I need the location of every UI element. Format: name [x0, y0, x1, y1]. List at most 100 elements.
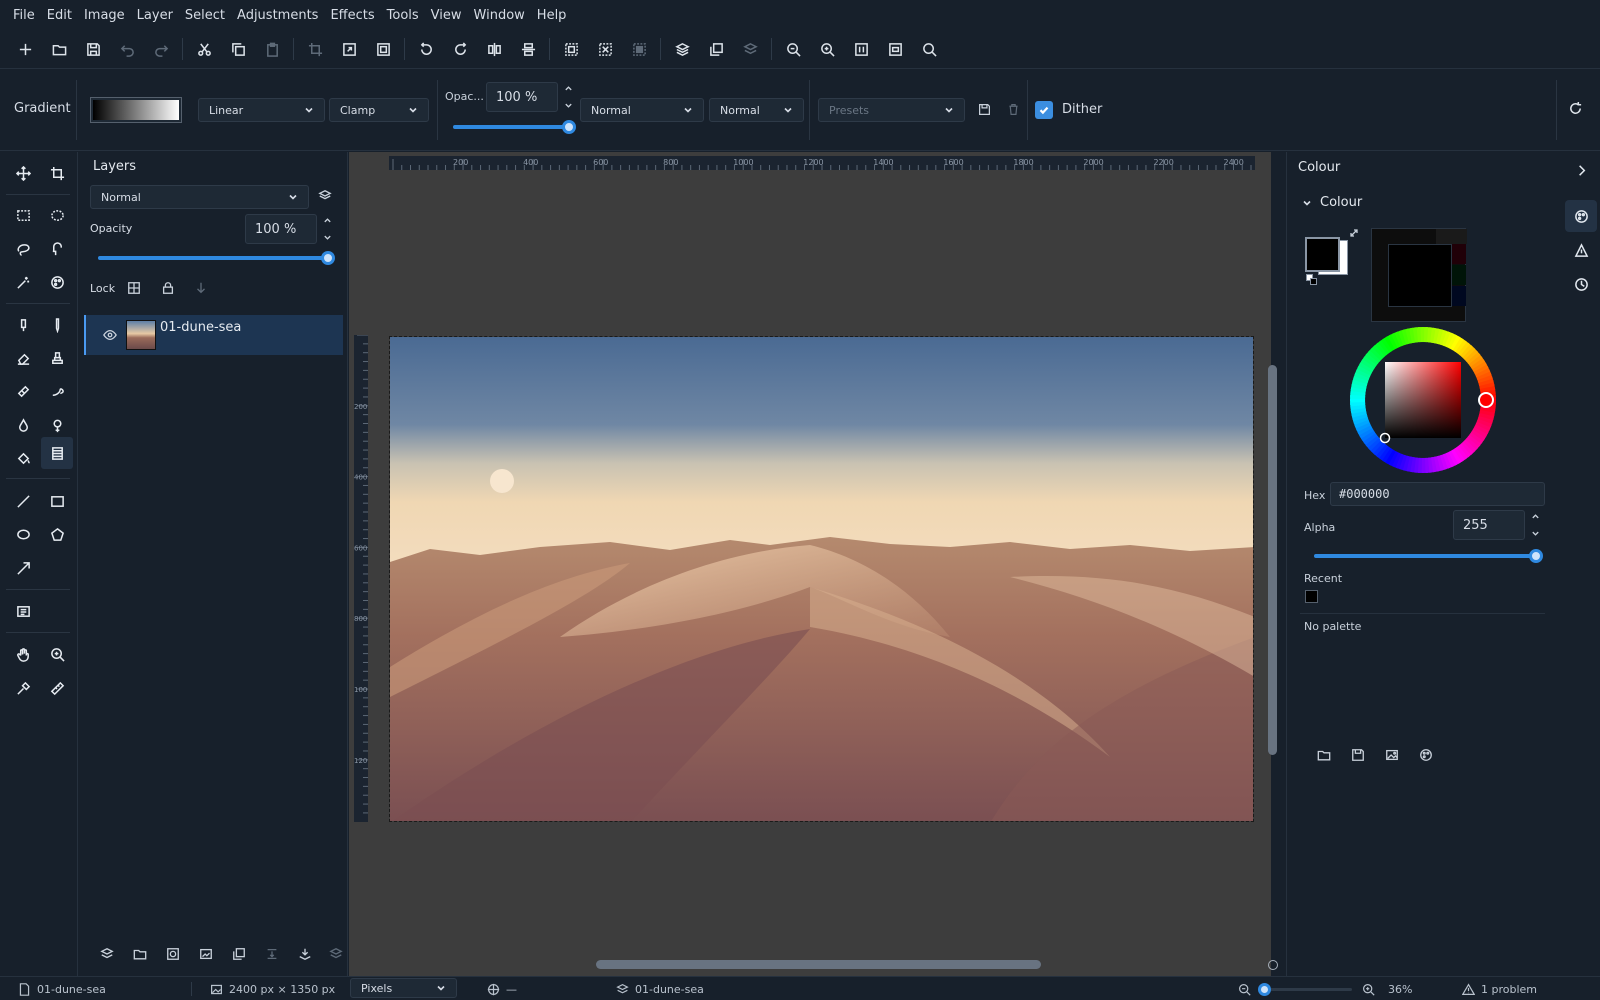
- move-tool-icon[interactable]: [7, 158, 39, 188]
- color-preview-cell[interactable]: [1452, 286, 1466, 306]
- channels-tab-icon[interactable]: [1565, 234, 1597, 266]
- resize-canvas-icon[interactable]: [366, 34, 400, 64]
- alpha-stepper[interactable]: [1529, 512, 1541, 538]
- primary-color-swatch[interactable]: [1305, 237, 1340, 272]
- copy-icon[interactable]: [221, 34, 255, 64]
- color-wheel[interactable]: [1349, 326, 1497, 474]
- zoom-in-icon[interactable]: [1362, 983, 1375, 996]
- save-palette-icon[interactable]: [1348, 745, 1368, 765]
- opacity-input[interactable]: 100 %: [486, 82, 558, 112]
- line-tool-icon[interactable]: [7, 486, 39, 516]
- new-layer-icon[interactable]: [97, 944, 117, 964]
- recent-color-swatch[interactable]: [1305, 590, 1318, 603]
- chevron-up-icon[interactable]: [323, 216, 332, 225]
- chevron-up-icon[interactable]: [1531, 512, 1540, 521]
- blur-tool-icon[interactable]: [7, 410, 39, 440]
- new-group-icon[interactable]: [130, 944, 150, 964]
- color-preview-cell[interactable]: [1452, 265, 1466, 285]
- eye-visibility-icon[interactable]: [100, 325, 120, 345]
- menu-view[interactable]: View: [425, 0, 468, 30]
- reset-colors-icon[interactable]: [1306, 274, 1317, 285]
- flatten-icon[interactable]: [295, 944, 315, 964]
- magnetic-lasso-icon[interactable]: [41, 234, 73, 264]
- eyedropper-icon[interactable]: [7, 673, 39, 703]
- status-problems[interactable]: 1 problem: [1462, 977, 1537, 1000]
- brush-tool-icon[interactable]: [7, 310, 39, 340]
- menu-window[interactable]: Window: [468, 0, 531, 30]
- units-dropdown[interactable]: Pixels: [350, 978, 457, 998]
- lasso-select-icon[interactable]: [7, 234, 39, 264]
- zoom-out-icon[interactable]: [776, 34, 810, 64]
- status-zoom-out[interactable]: [1238, 977, 1257, 1000]
- hand-tool-icon[interactable]: [7, 639, 39, 669]
- menu-adjustments[interactable]: Adjustments: [231, 0, 324, 30]
- opacity-slider-knob[interactable]: [562, 120, 576, 134]
- menu-tools[interactable]: Tools: [381, 0, 425, 30]
- crop-icon[interactable]: [298, 34, 332, 64]
- status-document[interactable]: 01-dune-sea: [18, 977, 106, 1000]
- alpha-mode-dropdown[interactable]: Normal: [709, 98, 804, 122]
- ellipse-select-icon[interactable]: [41, 200, 73, 230]
- layer-opacity-slider-knob[interactable]: [321, 251, 335, 265]
- zoom-tool-icon[interactable]: [41, 639, 73, 669]
- color-preview-cell[interactable]: [1436, 229, 1467, 244]
- eraser-tool-icon[interactable]: [7, 343, 39, 373]
- menu-file[interactable]: File: [7, 0, 41, 30]
- pencil-tool-icon[interactable]: [41, 310, 73, 340]
- alpha-input[interactable]: 255: [1453, 510, 1525, 540]
- lock-transparency-icon[interactable]: [124, 278, 144, 298]
- reset-tool-icon[interactable]: [1568, 101, 1583, 119]
- measure-tool-icon[interactable]: [41, 673, 73, 703]
- open-palette-icon[interactable]: [1314, 745, 1334, 765]
- deselect-icon[interactable]: [588, 34, 622, 64]
- color-preview-grid[interactable]: [1371, 228, 1467, 322]
- menu-layer[interactable]: Layer: [131, 0, 179, 30]
- polygon-tool-icon[interactable]: [41, 519, 73, 549]
- zoom-in-icon[interactable]: [810, 34, 844, 64]
- clone-stamp-icon[interactable]: [41, 343, 73, 373]
- magic-wand-icon[interactable]: [7, 267, 39, 297]
- resize-image-icon[interactable]: [332, 34, 366, 64]
- gradient-type-dropdown[interactable]: Linear: [198, 98, 325, 122]
- menu-help[interactable]: Help: [531, 0, 573, 30]
- opacity-stepper[interactable]: [562, 84, 574, 110]
- repeat-mode-dropdown[interactable]: Clamp: [329, 98, 429, 122]
- chevron-down-icon[interactable]: [1531, 529, 1540, 538]
- color-preview-cell[interactable]: [1452, 244, 1466, 264]
- new-file-icon[interactable]: [8, 34, 42, 64]
- fit-window-icon[interactable]: [878, 34, 912, 64]
- layer-mask-icon[interactable]: [163, 944, 183, 964]
- palette-icon[interactable]: [1416, 745, 1436, 765]
- fill-bucket-icon[interactable]: [7, 443, 39, 473]
- select-all-icon[interactable]: [554, 34, 588, 64]
- menu-select[interactable]: Select: [179, 0, 231, 30]
- save-icon[interactable]: [76, 34, 110, 64]
- collapse-panel-icon[interactable]: [1565, 154, 1597, 186]
- merge-down-icon[interactable]: [262, 944, 282, 964]
- blend-mode-dropdown[interactable]: Normal: [580, 98, 704, 122]
- alpha-slider-knob[interactable]: [1529, 549, 1543, 563]
- chevron-down-icon[interactable]: [323, 233, 332, 242]
- menu-image[interactable]: Image: [78, 0, 131, 30]
- chevron-up-icon[interactable]: [564, 84, 573, 93]
- opacity-slider[interactable]: [453, 120, 576, 134]
- duplicate-layer-icon[interactable]: [699, 34, 733, 64]
- lock-position-icon[interactable]: [191, 278, 211, 298]
- layer-blend-mode-dropdown[interactable]: Normal: [90, 185, 309, 209]
- rectangle-tool-icon[interactable]: [41, 486, 73, 516]
- rotate-right-icon[interactable]: [443, 34, 477, 64]
- history-tab-icon[interactable]: [1565, 268, 1597, 300]
- horizontal-scrollbar[interactable]: [596, 960, 1041, 969]
- merge-layer-icon[interactable]: [733, 34, 767, 64]
- rectangle-select-icon[interactable]: [7, 200, 39, 230]
- vertical-scrollbar[interactable]: [1268, 365, 1277, 755]
- duplicate-layer-icon[interactable]: [229, 944, 249, 964]
- rotate-left-icon[interactable]: [409, 34, 443, 64]
- colour-tab-icon[interactable]: [1565, 200, 1597, 232]
- open-file-icon[interactable]: [42, 34, 76, 64]
- save-preset-icon[interactable]: [978, 103, 991, 119]
- paste-icon[interactable]: [255, 34, 289, 64]
- palette-from-image-icon[interactable]: [1382, 745, 1402, 765]
- redo-icon[interactable]: [144, 34, 178, 64]
- healing-brush-icon[interactable]: [7, 376, 39, 406]
